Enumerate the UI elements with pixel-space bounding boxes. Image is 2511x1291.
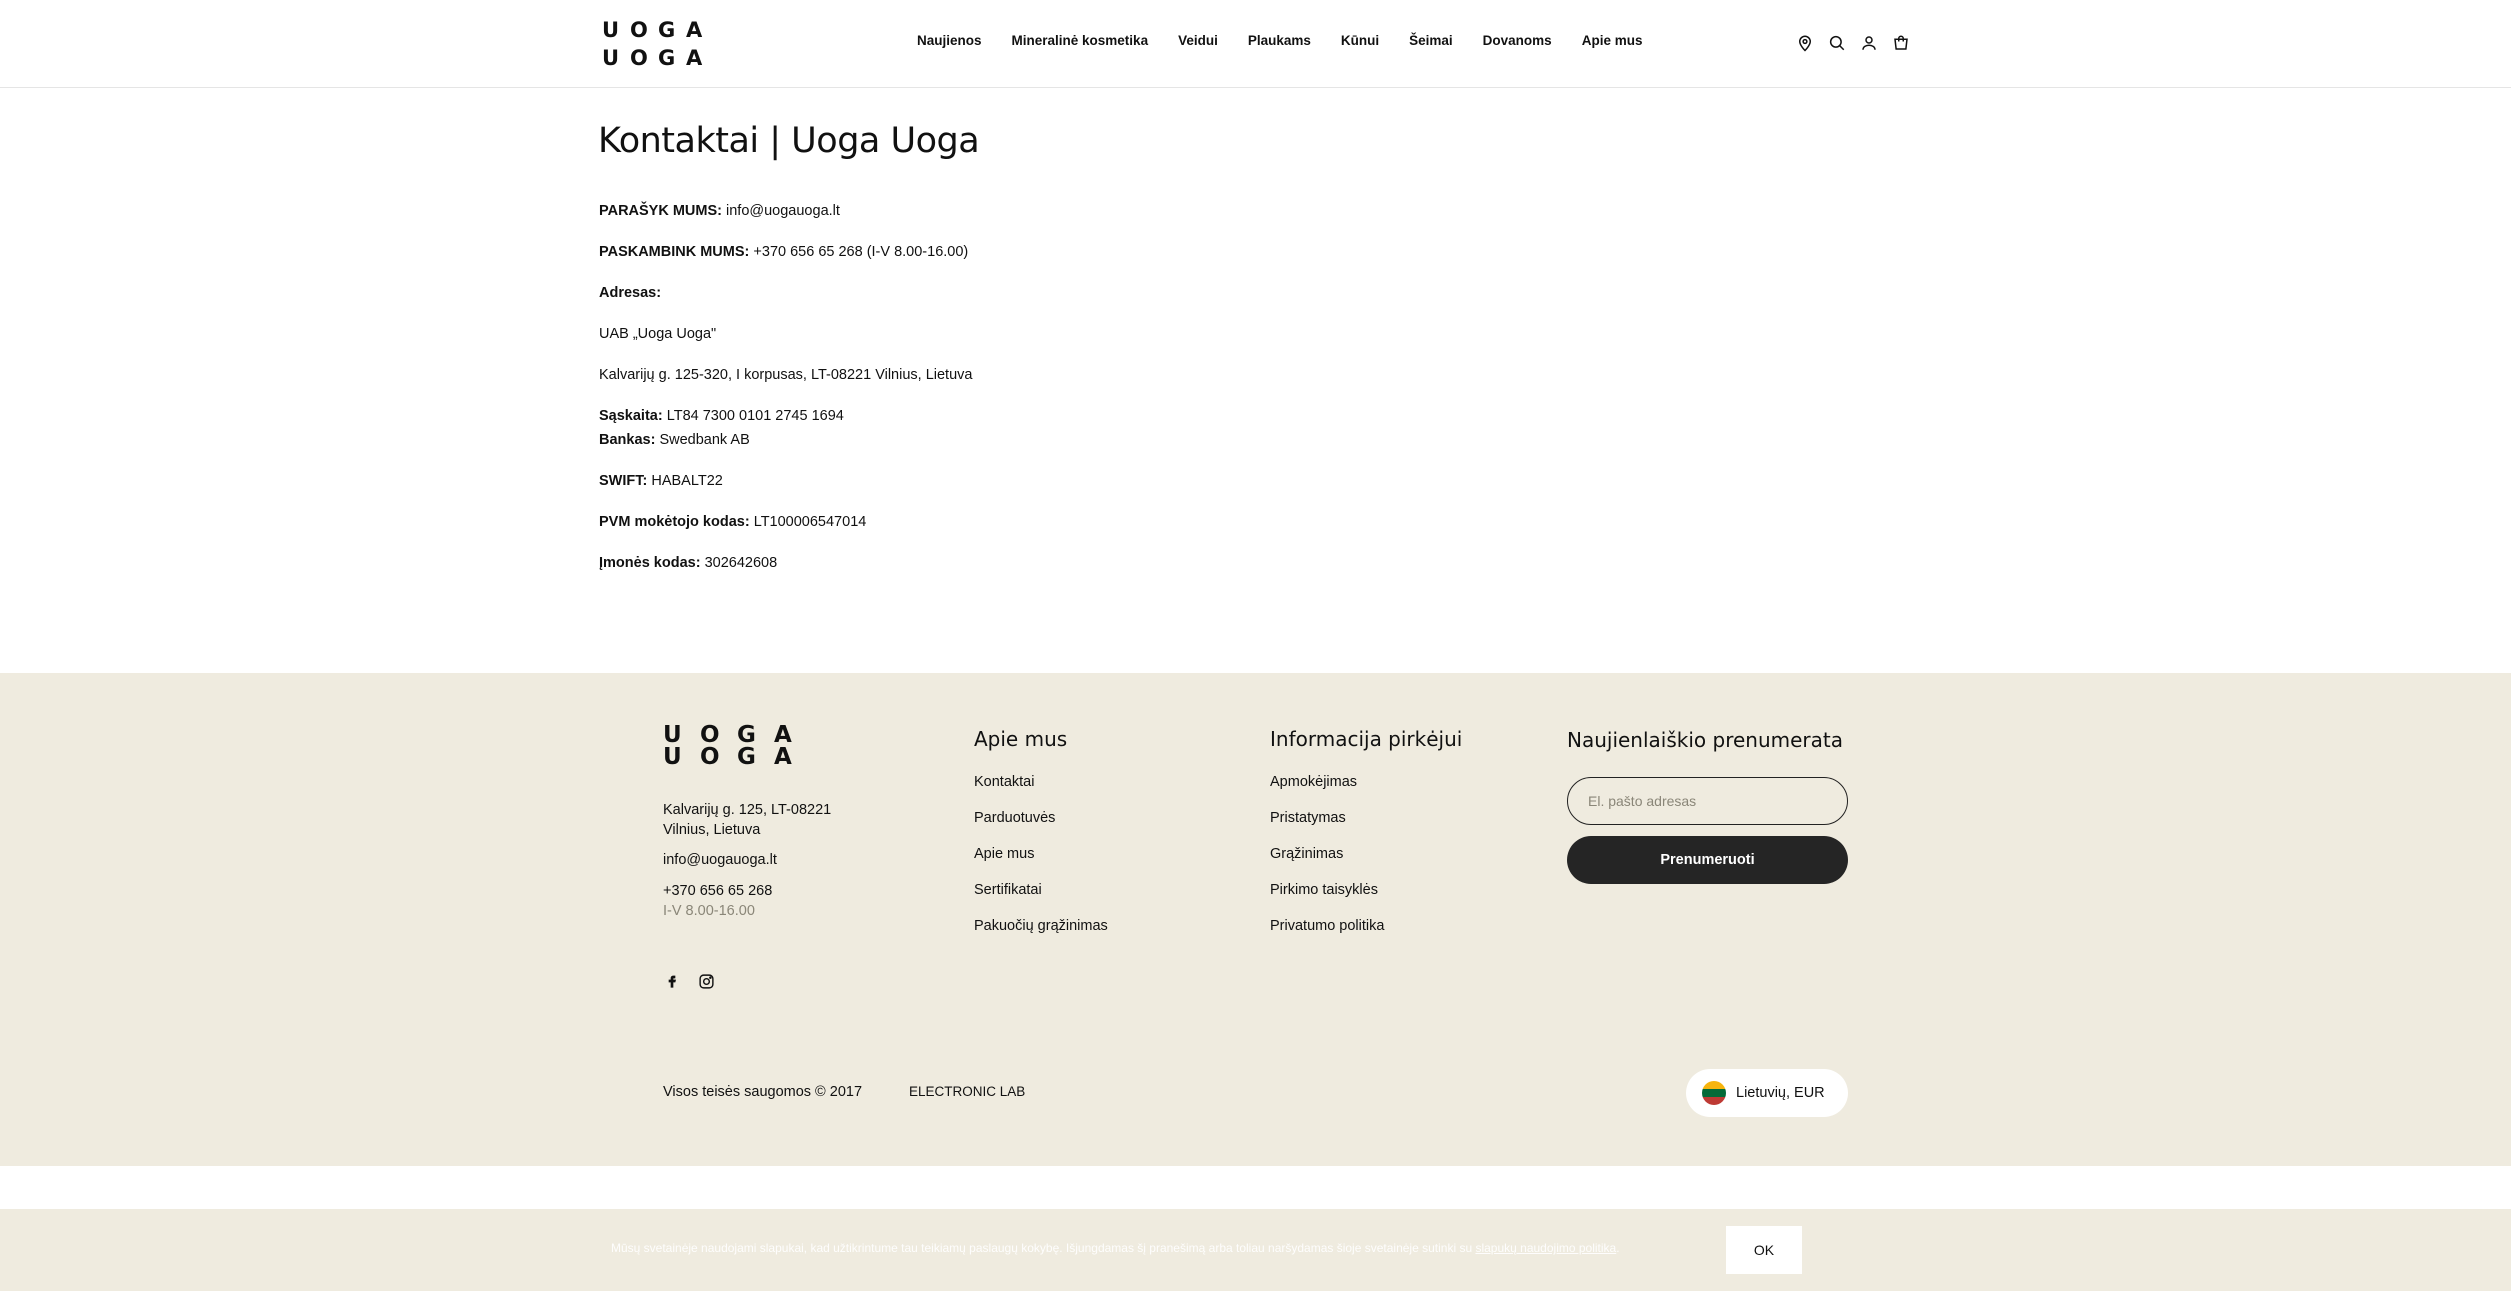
site-footer: U O G A U O G A	[0, 673, 2511, 1166]
footer-link-apmokejimas[interactable]: Apmokėjimas	[1270, 774, 1357, 790]
nav-item-plaukams[interactable]: Plaukams	[1248, 33, 1311, 48]
footer-phone: +370 656 65 268	[663, 883, 773, 899]
language-label: Lietuvių, EUR	[1736, 1085, 1825, 1101]
footer-link-pakuociu-grazinimas[interactable]: Pakuočių grąžinimas	[974, 918, 1108, 934]
footer-link-sertifikatai[interactable]: Sertifikatai	[974, 882, 1042, 898]
address-label-row: Adresas:	[599, 283, 661, 303]
phone-value: +370 656 65 268 (I-V 8.00-16.00)	[753, 244, 969, 260]
cookie-policy-link[interactable]: slapukų naudojimo politika	[1475, 1241, 1616, 1255]
nav-item-kunui[interactable]: Kūnui	[1341, 33, 1379, 48]
newsletter-email-input[interactable]	[1567, 777, 1848, 825]
logo-letter: U	[663, 722, 682, 748]
logo-letter: G	[737, 722, 756, 748]
subscribe-button[interactable]: Prenumeruoti	[1567, 836, 1848, 884]
copyright-text: Visos teisės saugomos © 2017	[663, 1084, 863, 1100]
logo-letter: U	[602, 46, 620, 70]
swift-row: SWIFT: HABALT22	[599, 471, 723, 491]
company-code-value: 302642608	[704, 555, 778, 571]
footer-email-link[interactable]: info@uogauoga.lt	[663, 852, 777, 868]
site-logo[interactable]: U O G A U O G A	[602, 16, 714, 72]
logo-letter: A	[774, 722, 792, 748]
logo-letter: A	[686, 46, 703, 70]
footer-address-line1: Kalvarijų g. 125, LT-08221	[663, 802, 832, 818]
logo-letter: U	[663, 744, 682, 770]
location-pin-icon[interactable]	[1796, 33, 1814, 53]
nav-item-mineraline-kosmetika[interactable]: Mineralinė kosmetika	[1012, 33, 1149, 48]
logo-letter: G	[737, 744, 756, 770]
company-code-label: Įmonės kodas:	[599, 555, 701, 571]
swift-value: HABALT22	[651, 473, 723, 489]
newsletter-heading: Naujienlaiškio prenumerata	[1567, 728, 1844, 752]
company-code-row: Įmonės kodas: 302642608	[599, 553, 777, 573]
logo-letter: U	[602, 18, 620, 42]
footer-link-pristatymas[interactable]: Pristatymas	[1270, 810, 1346, 826]
cart-icon[interactable]	[1892, 33, 1910, 53]
logo-letter: O	[630, 46, 648, 70]
phone-row: PASKAMBINK MUMS: +370 656 65 268 (I-V 8.…	[599, 242, 968, 262]
cookie-ok-button[interactable]: OK	[1726, 1226, 1802, 1274]
logo-letter: O	[700, 744, 720, 770]
cookie-banner: Mūsų svetainėje naudojami slapukai, kad …	[0, 1209, 2511, 1291]
logo-letter: G	[658, 18, 676, 42]
phone-label: PASKAMBINK MUMS:	[599, 244, 750, 260]
nav-item-dovanoms[interactable]: Dovanoms	[1483, 33, 1552, 48]
search-icon[interactable]	[1828, 33, 1846, 53]
cookie-message: Mūsų svetainėje naudojami slapukai, kad …	[611, 1241, 1620, 1255]
email-label: PARAŠYK MUMS:	[599, 203, 722, 219]
nav-item-seimai[interactable]: Šeimai	[1409, 33, 1453, 48]
footer-link-parduotuves[interactable]: Parduotuvės	[974, 810, 1055, 826]
account-value: LT84 7300 0101 2745 1694	[666, 408, 844, 424]
footer-link-apie-mus[interactable]: Apie mus	[974, 846, 1034, 862]
nav-item-naujienos[interactable]: Naujienos	[917, 33, 982, 48]
bank-label: Bankas:	[599, 432, 656, 448]
header-actions	[1796, 33, 1910, 53]
footer-link-kontaktai[interactable]: Kontaktai	[974, 774, 1034, 790]
bank-value: Swedbank AB	[659, 432, 750, 448]
site-header: U O G A U O G A Naujienos Mineralinė kos…	[0, 0, 2511, 88]
main-nav: Naujienos Mineralinė kosmetika Veidui Pl…	[917, 33, 1642, 48]
email-link[interactable]: info@uogauoga.lt	[726, 203, 840, 219]
vat-label: PVM mokėtojo kodas:	[599, 514, 750, 530]
bank-row: Bankas: Swedbank AB	[599, 430, 750, 450]
footer-about-heading: Apie mus	[974, 727, 1068, 751]
footer-link-privatumo-politika[interactable]: Privatumo politika	[1270, 918, 1384, 934]
email-row: PARAŠYK MUMS: info@uogauoga.lt	[599, 201, 840, 221]
logo-letter: O	[630, 18, 648, 42]
footer-link-grazinimas[interactable]: Grąžinimas	[1270, 846, 1343, 862]
lithuania-flag-icon	[1702, 1081, 1726, 1105]
nav-item-veidui[interactable]: Veidui	[1178, 33, 1218, 48]
credit-link[interactable]: ELECTRONIC LAB	[909, 1084, 1025, 1099]
language-currency-selector[interactable]: Lietuvių, EUR	[1686, 1069, 1848, 1117]
footer-link-pirkimo-taisykles[interactable]: Pirkimo taisyklės	[1270, 882, 1378, 898]
footer-info-heading: Informacija pirkėjui	[1270, 727, 1463, 751]
account-row: Sąskaita: LT84 7300 0101 2745 1694	[599, 406, 844, 426]
vat-row: PVM mokėtojo kodas: LT100006547014	[599, 512, 866, 532]
facebook-icon[interactable]	[663, 972, 681, 990]
logo-letter: A	[774, 744, 792, 770]
footer-hours: I-V 8.00-16.00	[663, 903, 755, 919]
cookie-text: Mūsų svetainėje naudojami slapukai, kad …	[611, 1241, 1473, 1255]
footer-address-line2: Vilnius, Lietuva	[663, 822, 761, 838]
account-label: Sąskaita:	[599, 408, 663, 424]
vat-value: LT100006547014	[753, 514, 867, 530]
address-label: Adresas:	[599, 285, 662, 301]
logo-letter: A	[686, 18, 703, 42]
instagram-icon[interactable]	[697, 972, 715, 990]
nav-item-apie-mus[interactable]: Apie mus	[1582, 33, 1643, 48]
footer-logo[interactable]: U O G A U O G A	[663, 722, 811, 770]
logo-letter: O	[700, 722, 720, 748]
swift-label: SWIFT:	[599, 473, 648, 489]
logo-letter: G	[658, 46, 676, 70]
street-address: Kalvarijų g. 125-320, I korpusas, LT-082…	[599, 367, 973, 383]
page-title: Kontaktai | Uoga Uoga	[598, 121, 980, 161]
company-name: UAB „Uoga Uoga"	[599, 326, 717, 342]
user-icon[interactable]	[1860, 33, 1878, 53]
